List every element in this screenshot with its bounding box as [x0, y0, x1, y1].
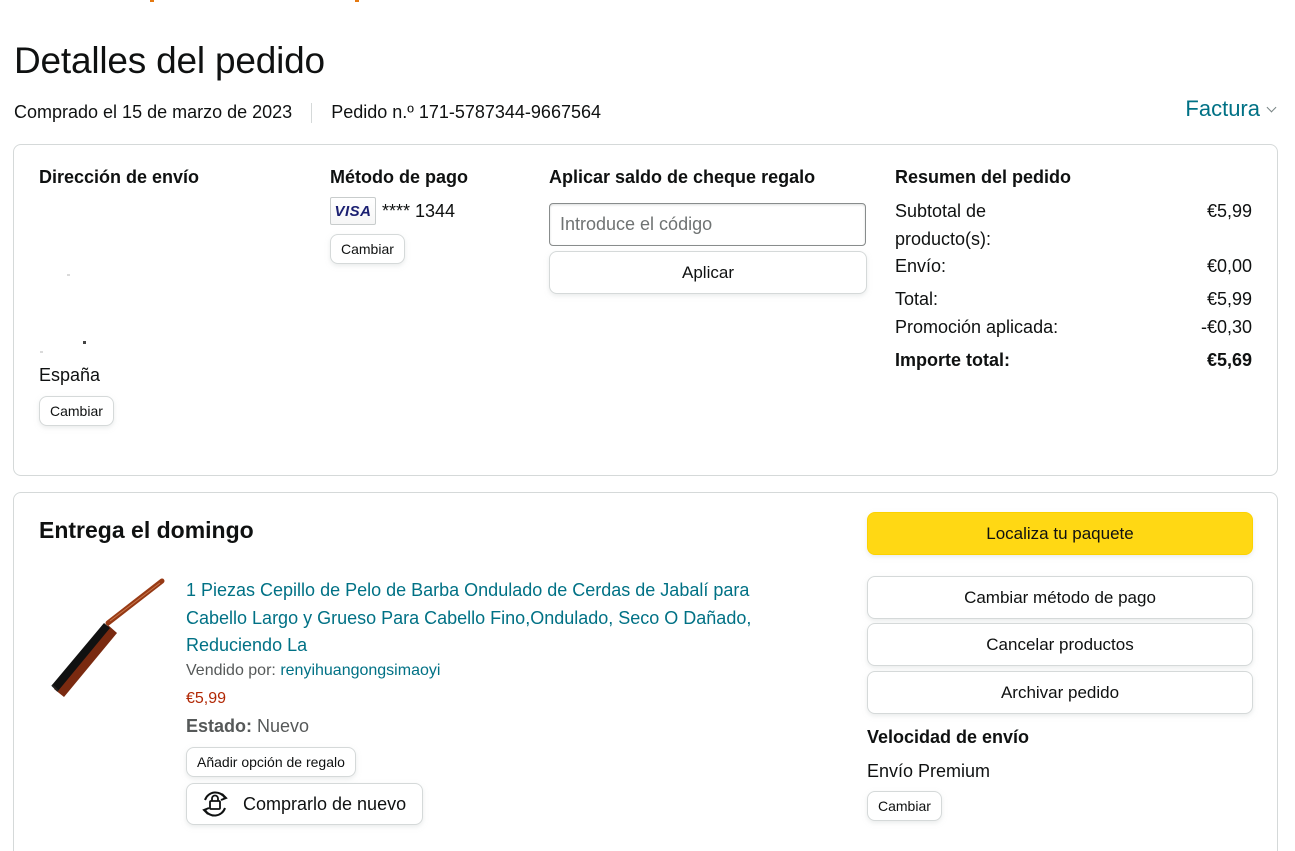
- summary-row-subtotal: Subtotal de producto(s): €5,99: [895, 197, 1252, 253]
- order-meta: Comprado el 15 de marzo de 2023 Pedido n…: [14, 102, 601, 123]
- change-shipping-speed-button[interactable]: Cambiar: [867, 791, 942, 821]
- shipping-speed-value: Envío Premium: [867, 761, 991, 781]
- summary-label: Subtotal de producto(s):: [895, 201, 992, 249]
- purchase-date: Comprado el 15 de marzo de 2023: [14, 102, 293, 122]
- add-gift-option-button[interactable]: Añadir opción de regalo: [186, 747, 356, 777]
- shipping-address-title: Dirección de envío: [39, 167, 200, 187]
- cancel-products-button[interactable]: Cancelar productos: [867, 623, 1253, 666]
- address-redacted-mark: [67, 274, 70, 276]
- meta-divider: [311, 102, 313, 123]
- page-title: Detalles del pedido: [14, 40, 325, 81]
- sold-by-label: Vendido por:: [186, 662, 276, 679]
- buy-again-button[interactable]: Comprarlo de nuevo: [186, 783, 423, 825]
- summary-value: -€0,30: [1200, 317, 1252, 337]
- invoice-dropdown[interactable]: Factura: [1185, 96, 1277, 122]
- shipping-speed-title: Velocidad de envío: [867, 727, 1030, 747]
- summary-row-shipping: Envío: €0,00: [895, 252, 1252, 280]
- delivery-card: Entrega el domingo 1 Piezas Cepillo de P…: [13, 492, 1278, 851]
- product-price: €5,99: [186, 690, 227, 707]
- summary-label: Promoción aplicada:: [895, 317, 1059, 337]
- card-brand: VISA: [334, 202, 372, 220]
- product-title-link[interactable]: 1 Piezas Cepillo de Pelo de Barba Ondula…: [186, 577, 806, 660]
- product-state: Estado: Nuevo: [186, 716, 309, 737]
- invoice-label[interactable]: Factura: [1185, 96, 1260, 122]
- chevron-down-icon: [1266, 102, 1277, 112]
- summary-label: Total:: [895, 289, 939, 309]
- state-value: Nuevo: [257, 716, 310, 736]
- track-package-button[interactable]: Localiza tu paquete: [867, 512, 1253, 555]
- address-redacted-mark: [40, 351, 43, 353]
- summary-value: €5,99: [1206, 289, 1252, 309]
- gift-card-title: Aplicar saldo de cheque regalo: [549, 167, 816, 187]
- top-clipped-fragment: [150, 0, 359, 2]
- buy-again-icon: [202, 791, 228, 817]
- sold-by: Vendido por: renyihuangongsimaoyi: [186, 662, 440, 680]
- address-country: España: [39, 365, 101, 385]
- order-summary-title: Resumen del pedido: [895, 167, 1072, 187]
- change-payment-method-button[interactable]: Cambiar método de pago: [867, 576, 1253, 619]
- change-address-button[interactable]: Cambiar: [39, 396, 114, 426]
- state-label: Estado:: [186, 716, 253, 736]
- summary-label: Envío:: [895, 256, 947, 276]
- apply-gift-button[interactable]: Aplicar: [549, 251, 867, 294]
- summary-row-grand-total: Importe total: €5,69: [895, 346, 1252, 374]
- seller-link[interactable]: renyihuangongsimaoyi: [280, 662, 440, 679]
- summary-value: €0,00: [1206, 256, 1252, 276]
- grand-total-value: €5,69: [1206, 350, 1252, 370]
- summary-value: €5,99: [1206, 201, 1252, 221]
- card-number: **** 1344: [382, 201, 456, 221]
- summary-row-promotion: Promoción aplicada: -€0,30: [895, 313, 1252, 341]
- change-payment-button[interactable]: Cambiar: [330, 234, 405, 264]
- product-image[interactable]: [44, 577, 169, 712]
- address-redacted-mark: [83, 341, 86, 344]
- summary-row-total: Total: €5,99: [895, 285, 1252, 313]
- visa-card-icon: VISA: [330, 197, 376, 225]
- archive-order-button[interactable]: Archivar pedido: [867, 671, 1253, 714]
- buy-again-label: Comprarlo de nuevo: [243, 793, 407, 814]
- payment-method-title: Método de pago: [330, 167, 468, 187]
- order-summary-card: Dirección de envío España Cambiar Método…: [13, 144, 1278, 476]
- delivery-title: Entrega el domingo: [39, 517, 254, 543]
- gift-code-input[interactable]: [549, 203, 866, 246]
- order-number: Pedido n.º 171-5787344-9667564: [331, 102, 601, 122]
- grand-total-label: Importe total:: [895, 350, 1010, 370]
